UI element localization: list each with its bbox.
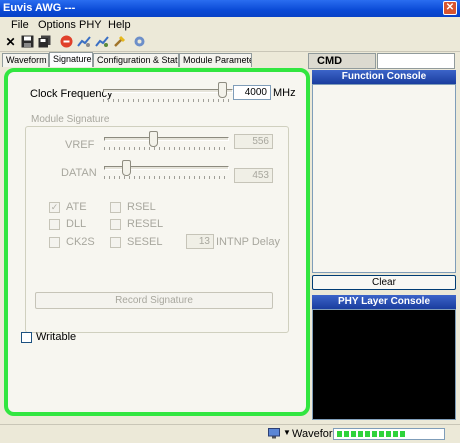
intnp-delay-label: INTNP Delay [216,236,280,248]
tab-configuration-status[interactable]: Configuration & Status [93,53,179,67]
progress-segment [344,431,349,437]
menu-phy[interactable]: PHY [79,19,102,31]
menu-help[interactable]: Help [108,19,131,31]
tab-module-parameter[interactable]: Module Parameter [179,53,252,67]
module-signature-title: Module Signature [29,114,112,125]
progress-segment [386,431,391,437]
clock-frequency-ticks [103,99,233,102]
vref-slider[interactable] [149,131,158,147]
clock-frequency-slider[interactable] [218,82,227,98]
save-all-icon[interactable] [37,35,52,50]
cmd-tab[interactable]: CMD [308,53,376,69]
clock-frequency-label: Clock Frequency [30,88,113,100]
vref-ticks [104,147,229,150]
close-x-icon[interactable]: ✕ [3,35,18,50]
function-console-output[interactable] [312,84,456,273]
close-window-button[interactable]: ✕ [443,1,457,15]
vref-label: VREF [65,139,95,151]
clock-unit-label: MHz [273,87,296,99]
title-bar: Euvis AWG --- ✕ [0,0,460,17]
progress-segment [372,431,377,437]
progress-segment [358,431,363,437]
rsel-label: RSEL [127,201,156,213]
progress-segment [393,431,398,437]
record-signature-button[interactable]: Record Signature [35,292,273,309]
clear-button[interactable]: Clear [312,275,456,290]
datan-ticks [104,176,229,179]
gear-icon[interactable] [132,35,147,50]
ate-label: ATE [66,201,87,213]
function-console-title: Function Console [312,70,456,84]
rsel-checkbox[interactable] [110,202,121,213]
monitor-icon [268,428,280,442]
stop-icon[interactable] [59,35,74,50]
progress-segment [365,431,370,437]
sesel-label: SESEL [127,236,163,248]
progress-segment [337,431,342,437]
phy-layer-console-title: PHY Layer Console [312,295,456,309]
dll-label: DLL [66,218,87,230]
ck2s-checkbox[interactable] [49,237,60,248]
connect-icon[interactable] [76,35,91,50]
resel-label: RESEL [127,218,164,230]
progress-segment [379,431,384,437]
signature-panel: Clock Frequency 4000 MHz Module Signatur… [4,68,310,416]
ate-checkbox[interactable]: ✓ [49,202,60,213]
toolbar: ✕ [0,34,460,52]
intnp-delay-input[interactable]: 13 [186,234,214,249]
cmd-input[interactable] [377,53,455,69]
writable-checkbox[interactable] [21,332,32,343]
phy-layer-console-output[interactable] [312,309,456,420]
resel-checkbox[interactable] [110,219,121,230]
save-icon[interactable] [20,35,35,50]
clock-frequency-track [103,89,233,93]
dropdown-arrow-icon[interactable]: ▼ [283,428,291,437]
datan-label: DATAN [61,167,97,179]
ck2s-label: CK2S [66,236,95,248]
waveform-progress-bar [333,428,445,440]
vref-track [104,137,229,141]
sesel-checkbox[interactable] [110,237,121,248]
progress-segment [400,431,405,437]
disconnect-icon[interactable] [94,35,109,50]
window-title: Euvis AWG --- [3,2,76,14]
progress-segment [351,431,356,437]
tab-waveform[interactable]: Waveform [2,53,49,67]
menu-bar: File Options PHY Help [0,17,460,34]
menu-options[interactable]: Options [38,19,76,31]
clock-frequency-input[interactable]: 4000 [233,85,271,100]
tool-icon[interactable] [112,35,127,50]
dll-checkbox[interactable] [49,219,60,230]
menu-file[interactable]: File [11,19,29,31]
datan-slider[interactable] [122,160,131,176]
writable-label: Writable [36,331,77,343]
vref-input[interactable]: 556 [234,134,273,149]
tab-strip: Waveform Signature Configuration & Statu… [0,52,312,67]
status-bar: ▼ Waveform [0,424,460,443]
tab-signature[interactable]: Signature [49,52,93,67]
datan-input[interactable]: 453 [234,168,273,183]
